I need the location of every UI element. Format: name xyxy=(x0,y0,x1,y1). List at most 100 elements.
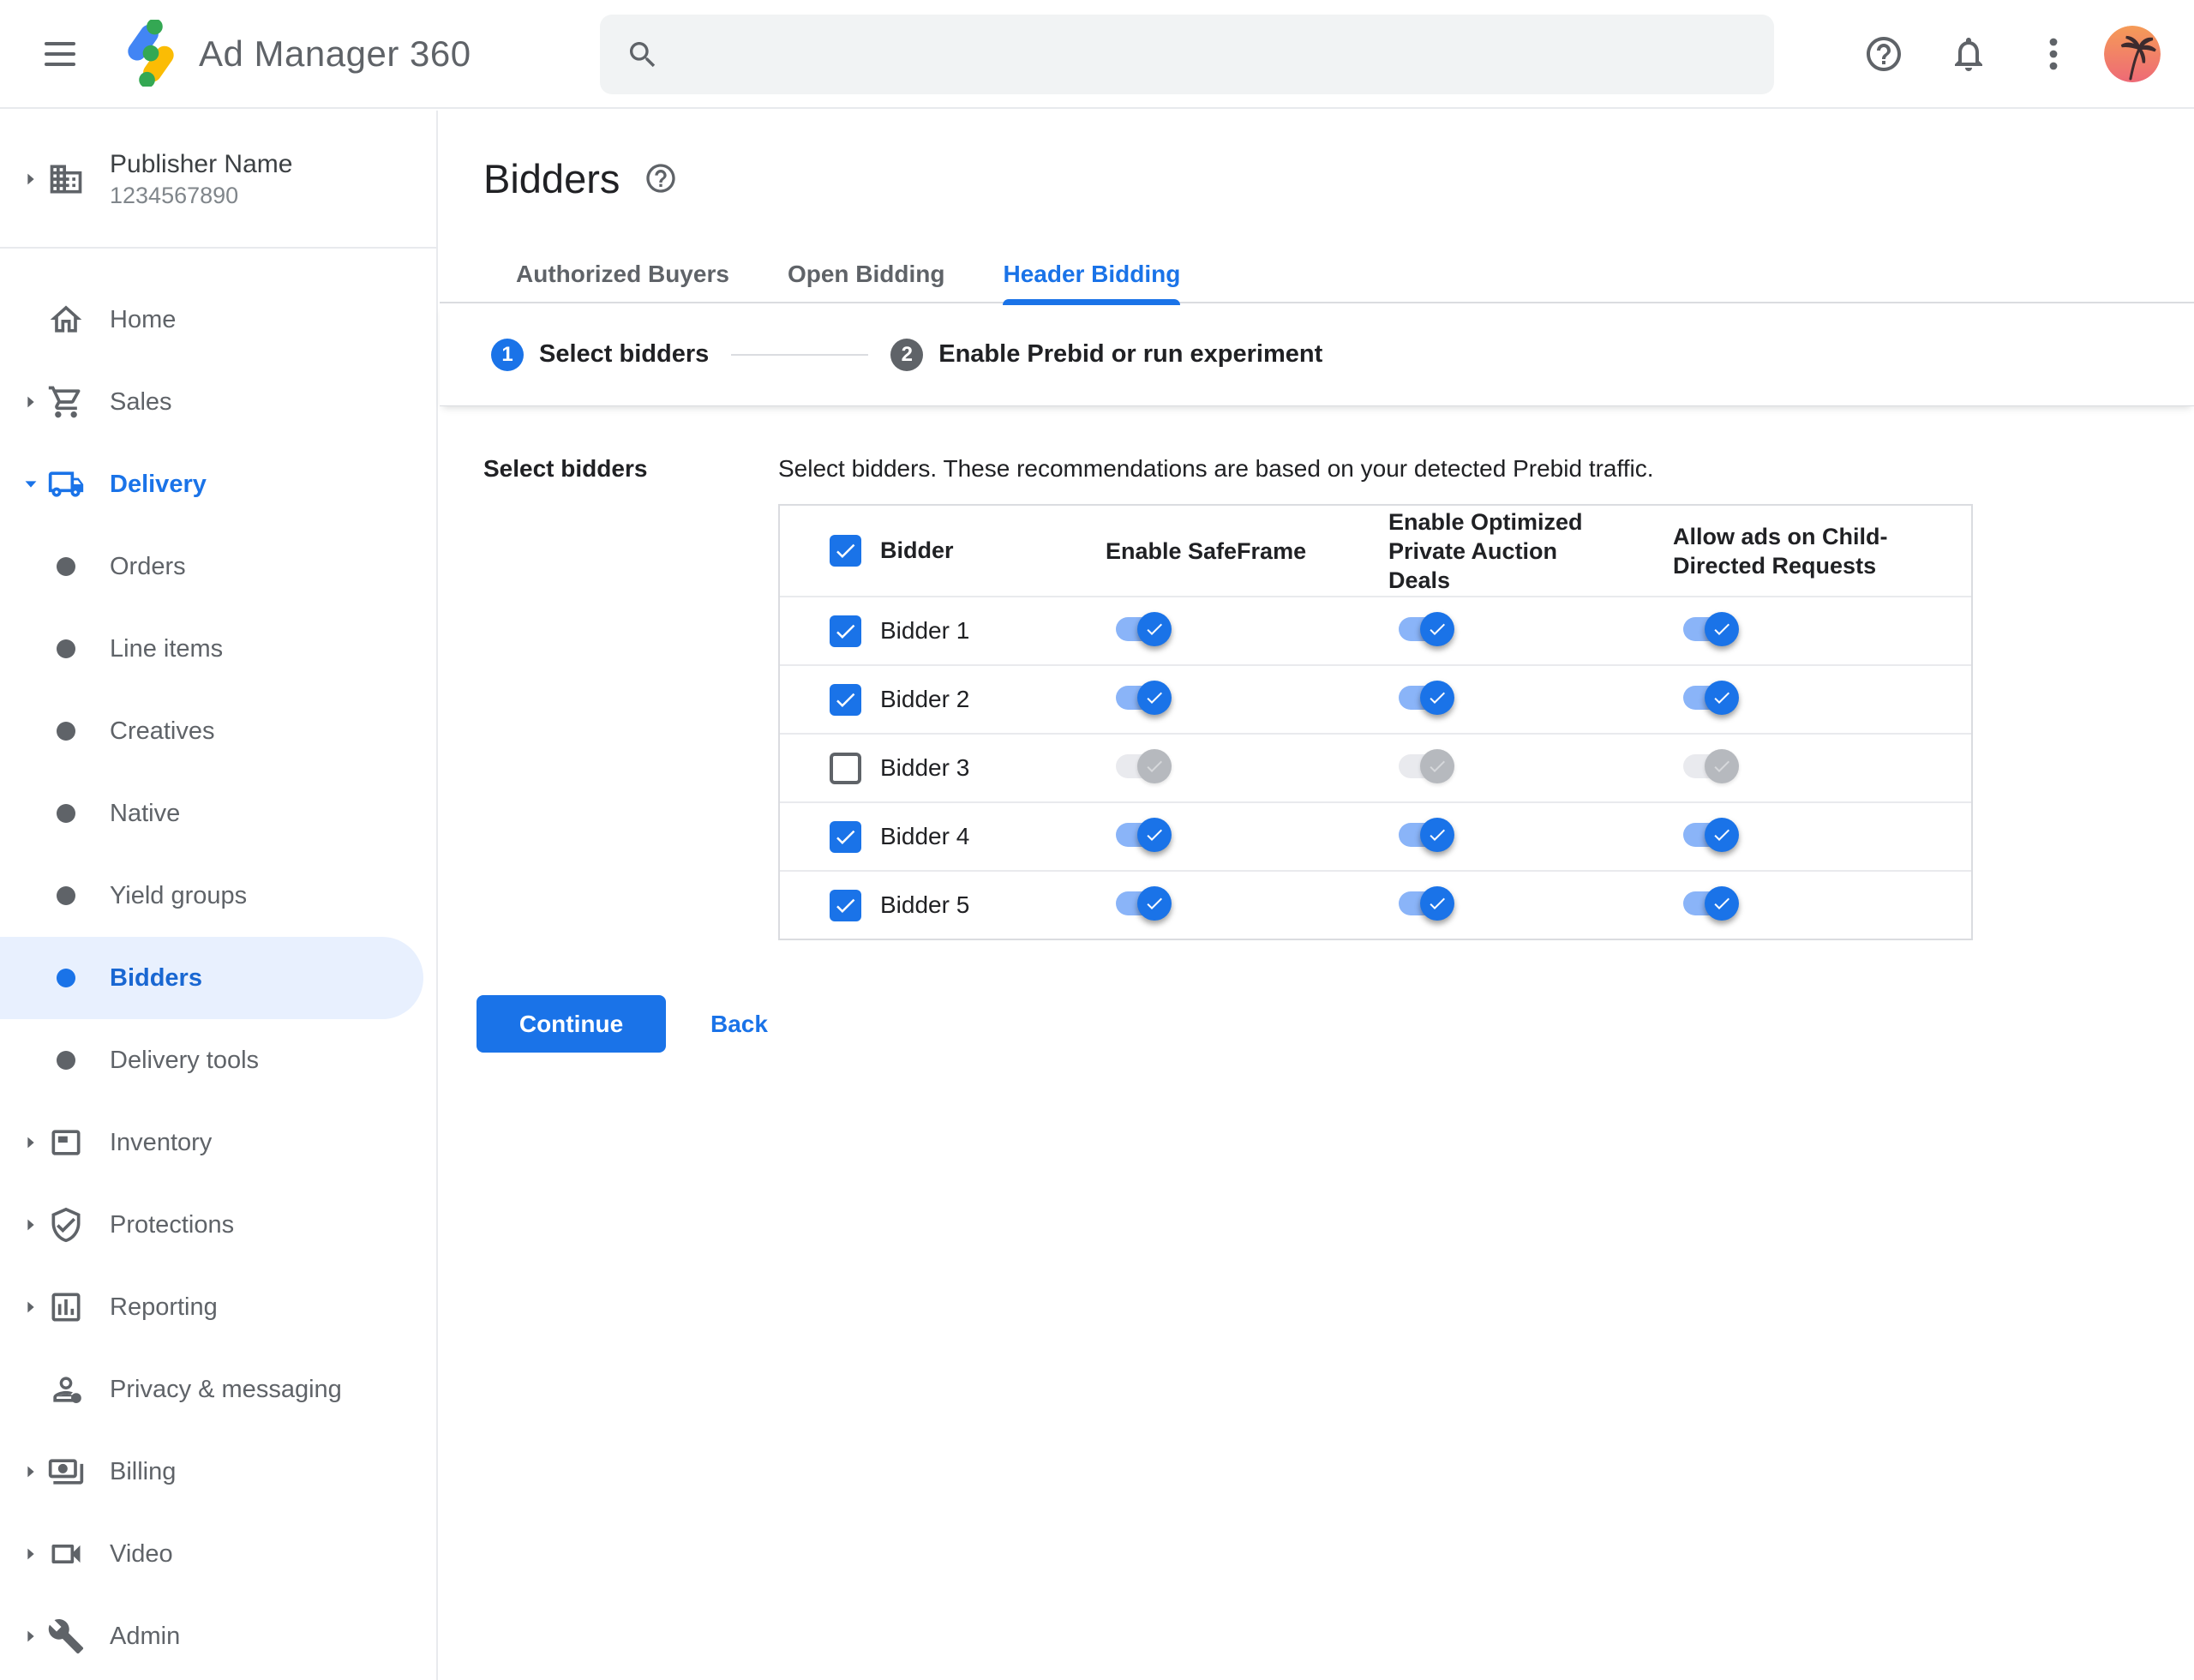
search-icon xyxy=(630,41,656,67)
cart-icon xyxy=(47,383,85,421)
toggle-safeframe-bidder-1[interactable] xyxy=(1116,611,1172,646)
toggle-safeframe-bidder-4[interactable] xyxy=(1116,817,1172,852)
sidebar-item-bidders[interactable]: Bidders xyxy=(0,937,423,1019)
caret-right-icon[interactable] xyxy=(21,393,47,411)
bidder-name: Bidder 1 xyxy=(880,617,970,644)
sidebar-item-yield-groups[interactable]: Yield groups xyxy=(0,855,436,937)
table-row-bidder-1: Bidder 1 xyxy=(780,596,1971,664)
toggle-knob xyxy=(1137,611,1172,646)
column-header-allow-ads-on-child-directed-requests: Allow ads on Child-Directed Requests xyxy=(1673,523,1888,579)
sidebar-item-inventory[interactable]: Inventory xyxy=(0,1101,436,1184)
table-row-bidder-3: Bidder 3 xyxy=(780,733,1971,801)
toggle-optimized-deals-bidder-2[interactable] xyxy=(1399,680,1454,715)
sidebar: Publisher Name 1234567890 Home Sales Deliv… xyxy=(0,111,438,1680)
toggle-child-directed-bidder-5[interactable] xyxy=(1683,885,1739,921)
step-1[interactable]: 1 Select bidders xyxy=(491,338,710,371)
bidder-name: Bidder 3 xyxy=(880,754,970,781)
row-checkbox-bidder-3[interactable] xyxy=(830,752,861,784)
page-help-icon[interactable] xyxy=(644,161,678,195)
sidebar-item-orders[interactable]: Orders xyxy=(0,525,436,608)
sidebar-item-video[interactable]: Video xyxy=(0,1513,436,1595)
row-checkbox-bidder-1[interactable] xyxy=(830,615,861,647)
user-avatar[interactable] xyxy=(2104,26,2161,82)
continue-button[interactable]: Continue xyxy=(477,995,666,1053)
row-checkbox-bidder-2[interactable] xyxy=(830,683,861,716)
privacy-person-icon xyxy=(47,1371,85,1408)
top-app-bar: Ad Manager 360 xyxy=(0,0,2194,109)
help-icon[interactable] xyxy=(1863,33,1904,75)
more-options-icon[interactable] xyxy=(2033,33,2074,75)
toggle-child-directed-bidder-3[interactable] xyxy=(1683,748,1739,783)
caret-right-icon xyxy=(21,170,47,189)
caret-down-icon[interactable] xyxy=(21,475,47,494)
sidebar-item-line-items[interactable]: Line items xyxy=(0,608,436,690)
toggle-knob xyxy=(1705,680,1739,715)
caret-right-icon[interactable] xyxy=(21,1462,47,1481)
sidebar-item-label: Billing xyxy=(110,1457,177,1485)
sidebar-item-label: Admin xyxy=(110,1622,181,1650)
sidebar-item-admin[interactable]: Admin xyxy=(0,1595,436,1677)
step-2[interactable]: 2 Enable Prebid or run experiment xyxy=(890,338,1323,371)
caret-right-icon[interactable] xyxy=(21,1545,47,1563)
caret-right-icon[interactable] xyxy=(21,1133,47,1152)
publisher-id: 1234567890 xyxy=(110,182,239,208)
step-number-badge: 2 xyxy=(890,338,924,371)
column-header-enable-optimized-private-auction-deals: Enable Optimized Private Auction Deals xyxy=(1388,508,1583,593)
toggle-knob xyxy=(1420,748,1454,783)
sidebar-item-home[interactable]: Home xyxy=(0,279,436,361)
toggle-knob xyxy=(1137,885,1172,921)
caret-right-icon[interactable] xyxy=(21,1215,47,1234)
back-button[interactable]: Back xyxy=(710,1011,768,1038)
toggle-knob xyxy=(1705,885,1739,921)
tab-open-bidding[interactable]: Open Bidding xyxy=(788,252,945,303)
toggle-knob xyxy=(1420,611,1454,646)
caret-right-icon[interactable] xyxy=(21,1298,47,1317)
bidder-name: Bidder 5 xyxy=(880,891,970,918)
table-row-bidder-5: Bidder 5 xyxy=(780,870,1971,939)
toggle-safeframe-bidder-5[interactable] xyxy=(1116,885,1172,921)
toggle-child-directed-bidder-1[interactable] xyxy=(1683,611,1739,646)
sidebar-item-native[interactable]: Native xyxy=(0,772,436,855)
form-actions: Continue Back xyxy=(440,995,2194,1053)
tab-authorized-buyers[interactable]: Authorized Buyers xyxy=(516,252,729,303)
toggle-knob xyxy=(1705,817,1739,852)
sidebar-item-protections[interactable]: Protections xyxy=(0,1184,436,1266)
sidebar-item-billing[interactable]: Billing xyxy=(0,1431,436,1513)
step-label: Select bidders xyxy=(539,340,710,368)
dot-icon xyxy=(47,877,85,915)
sidebar-item-label: Line items xyxy=(110,634,224,663)
dot-icon xyxy=(47,548,85,585)
search-input[interactable] xyxy=(680,39,1748,69)
notifications-icon[interactable] xyxy=(1948,33,1989,75)
sidebar-item-privacy-messaging[interactable]: Privacy & messaging xyxy=(0,1348,436,1431)
sidebar-item-reporting[interactable]: Reporting xyxy=(0,1266,436,1348)
row-checkbox-bidder-5[interactable] xyxy=(830,889,861,921)
step-label: Enable Prebid or run experiment xyxy=(938,340,1323,368)
sidebar-item-delivery[interactable]: Delivery xyxy=(0,443,436,525)
sidebar-item-delivery-tools[interactable]: Delivery tools xyxy=(0,1019,436,1101)
step-connector xyxy=(731,353,869,356)
toggle-safeframe-bidder-3[interactable] xyxy=(1116,748,1172,783)
sidebar-item-creatives[interactable]: Creatives xyxy=(0,690,436,772)
account-switcher[interactable]: Publisher Name 1234567890 xyxy=(0,111,436,247)
sidebar-item-sales[interactable]: Sales xyxy=(0,361,436,443)
toggle-safeframe-bidder-2[interactable] xyxy=(1116,680,1172,715)
toggle-child-directed-bidder-2[interactable] xyxy=(1683,680,1739,715)
toggle-optimized-deals-bidder-3[interactable] xyxy=(1399,748,1454,783)
sidebar-item-label: Home xyxy=(110,305,177,333)
row-checkbox-bidder-4[interactable] xyxy=(830,820,861,853)
toggle-optimized-deals-bidder-5[interactable] xyxy=(1399,885,1454,921)
select-all-checkbox[interactable] xyxy=(830,535,861,567)
toggle-optimized-deals-bidder-4[interactable] xyxy=(1399,817,1454,852)
tab-header-bidding[interactable]: Header Bidding xyxy=(1003,252,1180,305)
caret-right-icon[interactable] xyxy=(21,1627,47,1646)
app-title: Ad Manager 360 xyxy=(199,33,471,74)
sidebar-item-label: Delivery xyxy=(110,470,207,498)
search-bar[interactable] xyxy=(600,15,1774,94)
bidder-name: Bidder 4 xyxy=(880,823,970,849)
banknote-icon xyxy=(47,1453,85,1491)
toggle-optimized-deals-bidder-1[interactable] xyxy=(1399,611,1454,646)
toggle-child-directed-bidder-4[interactable] xyxy=(1683,817,1739,852)
menu-icon[interactable] xyxy=(45,35,82,73)
dot-icon xyxy=(47,712,85,750)
